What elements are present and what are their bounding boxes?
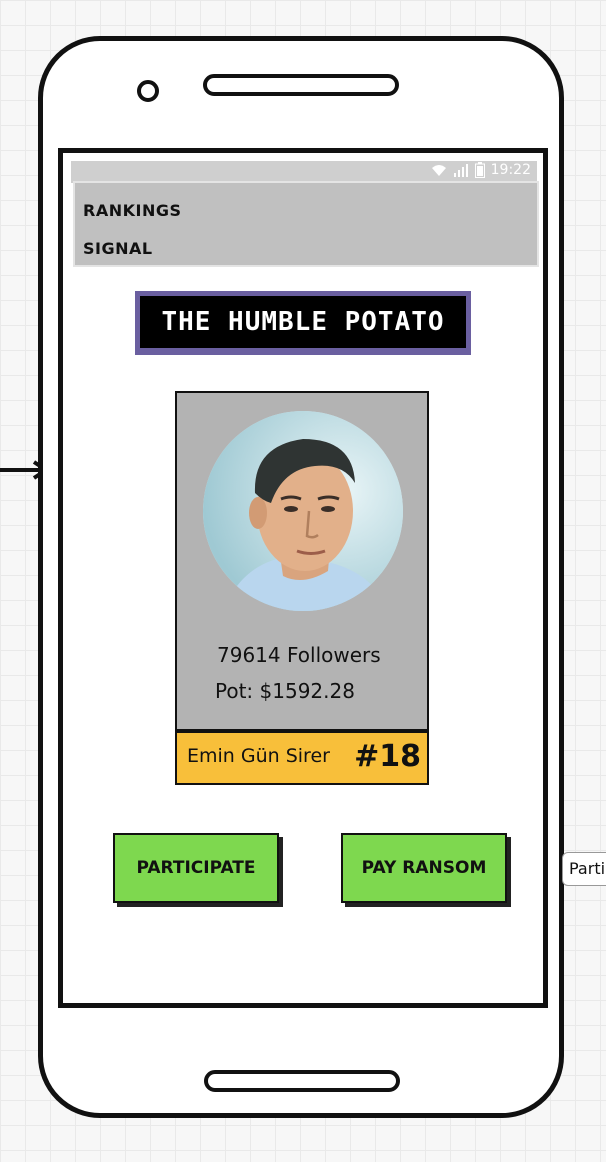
- profile-name: Emin Gün Sirer: [187, 745, 330, 767]
- followers-count: 79614 Followers: [217, 643, 381, 667]
- pay-ransom-button[interactable]: PAY RANSOM: [341, 833, 507, 903]
- signal-icon: [453, 164, 468, 177]
- home-button[interactable]: [204, 1070, 400, 1092]
- avatar: [203, 411, 403, 611]
- app-screen: 19:22 RANKINGS SIGNAL THE HUMBLE POTATO: [58, 148, 548, 1008]
- battery-icon: [474, 162, 485, 178]
- menu-item-rankings[interactable]: RANKINGS: [83, 201, 182, 220]
- name-bar: Emin Gün Sirer #18: [175, 731, 429, 785]
- menu-panel: RANKINGS SIGNAL: [73, 181, 539, 267]
- title-banner: THE HUMBLE POTATO: [135, 291, 471, 355]
- speaker-slot: [203, 74, 399, 96]
- status-bar: 19:22: [71, 161, 537, 183]
- menu-item-signal[interactable]: SIGNAL: [83, 239, 153, 258]
- pot-amount: Pot: $1592.28: [215, 679, 355, 703]
- tooltip: Parti: [562, 852, 606, 886]
- participate-button[interactable]: PARTICIPATE: [113, 833, 279, 903]
- rank-badge: #18: [354, 739, 421, 774]
- wifi-icon: [431, 165, 446, 176]
- portrait-image: [203, 411, 403, 611]
- profile-card: 79614 Followers Pot: $1592.28: [175, 391, 429, 731]
- status-time: 19:22: [490, 162, 531, 178]
- page-title: THE HUMBLE POTATO: [140, 296, 466, 348]
- camera-icon: [137, 80, 159, 102]
